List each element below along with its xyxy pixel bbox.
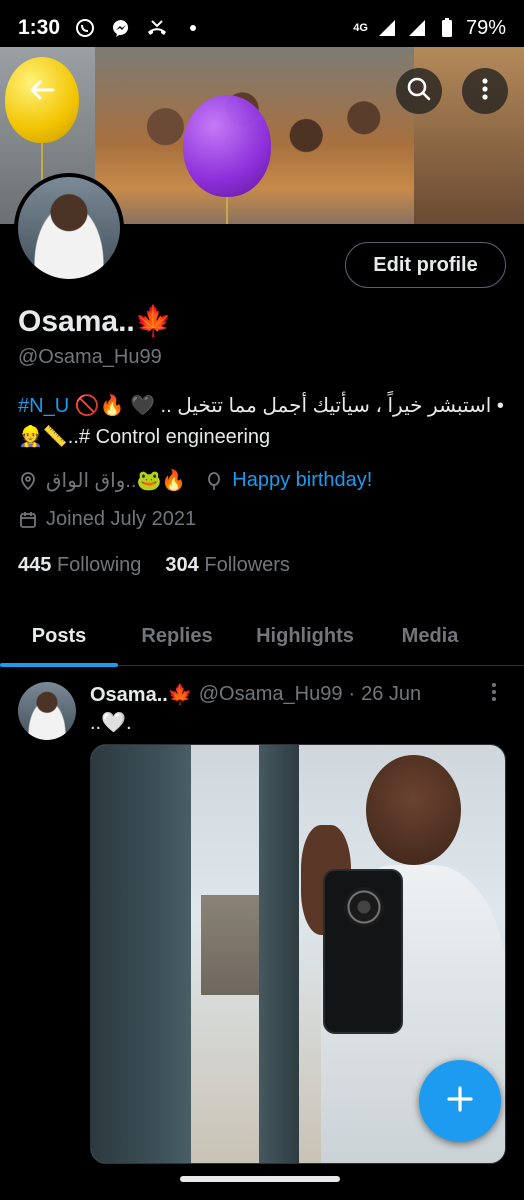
profile-meta: واق الواق..🐸🔥 Happy birthday! <box>18 468 372 493</box>
location-pin-icon <box>18 471 38 491</box>
post-text: ..🤍. <box>90 712 132 734</box>
balloon-icon <box>204 471 224 491</box>
plus-icon <box>445 1084 475 1119</box>
joined-text: Joined July 2021 <box>46 508 197 530</box>
profile-avatar[interactable] <box>14 173 124 283</box>
balloon-decoration <box>183 95 271 197</box>
network-type: 4G <box>353 22 368 34</box>
bio-emojis: 🚫🔥 <box>74 395 125 417</box>
post-avatar[interactable] <box>18 682 76 740</box>
post-header: Osama..🍁 @Osama_Hu99 · 26 Jun <box>90 682 421 707</box>
joined-date: Joined July 2021 <box>18 508 196 531</box>
missed-call-icon <box>146 17 168 39</box>
battery-percent: 79% <box>465 16 506 39</box>
signal-icon <box>376 17 398 39</box>
profile-location: واق الواق..🐸🔥 <box>46 470 187 492</box>
more-vertical-icon <box>481 77 489 106</box>
post-author-name[interactable]: Osama..🍁 <box>90 682 193 707</box>
more-vertical-icon <box>491 682 497 707</box>
edit-profile-button[interactable]: Edit profile <box>345 242 506 288</box>
following-label: Following <box>56 554 142 576</box>
post-more-button[interactable] <box>480 682 508 706</box>
whatsapp-icon <box>74 17 96 39</box>
search-icon <box>406 76 432 107</box>
gesture-nav-handle[interactable] <box>180 1176 340 1182</box>
followers-count: 304 <box>165 554 199 576</box>
status-time: 1:30 <box>18 16 61 39</box>
tab-posts[interactable]: Posts <box>0 606 118 667</box>
profile-bio: #N_U 🚫🔥 🖤 • استبشر خيراً ، سيأتيك أجمل م… <box>18 393 508 418</box>
back-button[interactable] <box>22 72 62 112</box>
battery-icon <box>436 17 458 39</box>
followers-label: Followers <box>204 554 290 576</box>
birthday-link[interactable]: Happy birthday! <box>232 469 372 492</box>
search-button[interactable] <box>396 68 442 114</box>
bio-heart: 🖤 <box>130 395 155 417</box>
compose-button[interactable] <box>419 1060 501 1142</box>
following-count: 445 <box>18 554 52 576</box>
profile-bio-line2: 👷📏..# Control engineering <box>18 426 271 448</box>
profile-handle: @Osama_Hu99 <box>18 346 162 368</box>
post-date[interactable]: 26 Jun <box>361 683 421 706</box>
tab-highlights[interactable]: Highlights <box>236 606 374 666</box>
signal-icon <box>406 17 428 39</box>
followers-link[interactable]: 304 Followers <box>165 554 290 577</box>
hashtag-link[interactable]: #N_U <box>18 395 69 417</box>
calendar-icon <box>18 510 38 530</box>
tab-replies[interactable]: Replies <box>118 606 236 666</box>
profile-tabs: Posts Replies Highlights Media <box>0 606 524 667</box>
arrow-left-icon <box>27 75 57 110</box>
post-separator: · <box>348 683 356 705</box>
profile-name: Osama..🍁 <box>18 305 173 338</box>
dot-icon <box>182 17 204 39</box>
messenger-icon <box>110 17 132 39</box>
more-button[interactable] <box>462 68 508 114</box>
tab-media[interactable]: Media <box>374 606 486 666</box>
following-link[interactable]: 445 Following <box>18 554 141 577</box>
status-bar: 1:30 4G 79% <box>0 0 524 56</box>
post-author-handle: @Osama_Hu99 <box>198 683 343 705</box>
follow-stats: 445 Following 304 Followers <box>18 554 290 577</box>
bio-arabic-text: • استبشر خيراً ، سيأتيك أجمل مما تتخيل .… <box>160 395 504 417</box>
